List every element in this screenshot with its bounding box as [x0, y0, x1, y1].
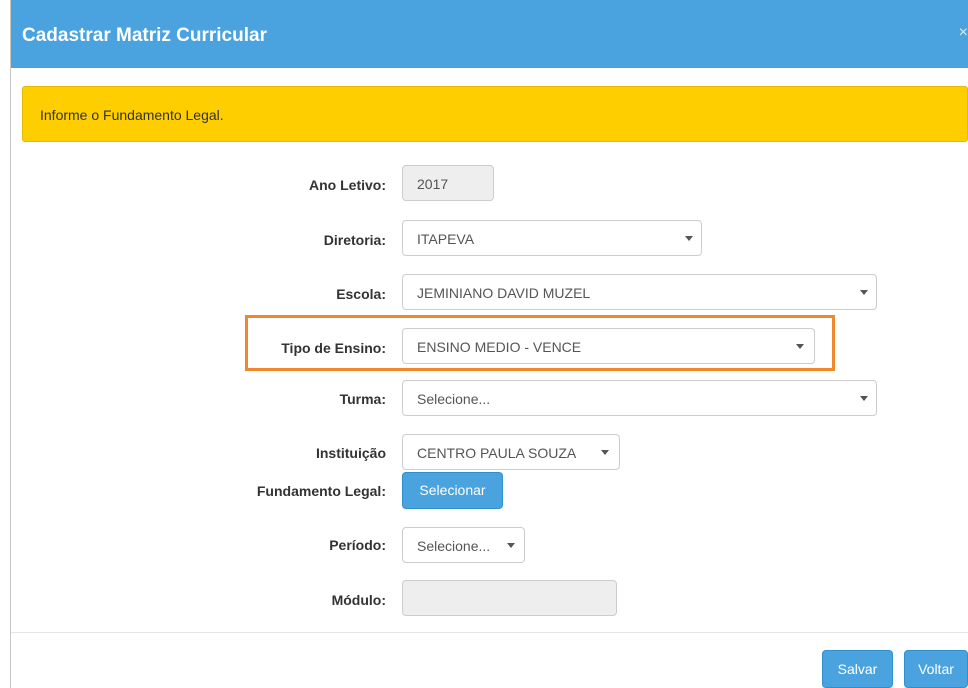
- turma-label: Turma:: [339, 391, 386, 407]
- turma-select[interactable]: Selecione...: [402, 380, 877, 416]
- tipo-ensino-label: Tipo de Ensino:: [281, 340, 386, 356]
- close-icon[interactable]: ×: [959, 24, 968, 42]
- fundamento-legal-label: Fundamento Legal:: [256, 483, 386, 499]
- tipo-ensino-value: ENSINO MEDIO - VENCE: [417, 339, 582, 355]
- selecionar-button[interactable]: Selecionar: [402, 472, 503, 509]
- escola-select[interactable]: JEMINIANO DAVID MUZEL: [402, 274, 877, 310]
- instituicao-select[interactable]: CENTRO PAULA SOUZA: [402, 434, 620, 470]
- turma-value: Selecione...: [417, 391, 491, 407]
- alert-message: Informe o Fundamento Legal.: [40, 107, 224, 123]
- instituicao-label: Instituição: [315, 445, 386, 461]
- instituicao-value: CENTRO PAULA SOUZA: [417, 445, 577, 461]
- periodo-select[interactable]: Selecione...: [402, 527, 525, 563]
- modulo-label: Módulo:: [331, 592, 386, 608]
- ano-letivo-field: 2017: [402, 165, 494, 201]
- chevron-down-icon: [796, 344, 804, 349]
- periodo-label: Período:: [329, 537, 386, 553]
- tipo-ensino-select[interactable]: ENSINO MEDIO - VENCE: [402, 328, 815, 364]
- modal-header: Cadastrar Matriz Curricular ×: [11, 0, 968, 68]
- ano-letivo-label: Ano Letivo:: [309, 177, 386, 193]
- chevron-down-icon: [507, 543, 515, 548]
- diretoria-value: ITAPEVA: [417, 231, 475, 247]
- footer-divider: [11, 632, 968, 633]
- chevron-down-icon: [860, 290, 868, 295]
- chevron-down-icon: [601, 450, 609, 455]
- modulo-field: [402, 580, 617, 616]
- warning-alert: Informe o Fundamento Legal.: [22, 86, 968, 142]
- diretoria-select[interactable]: ITAPEVA: [402, 220, 702, 256]
- ano-letivo-value: 2017: [417, 176, 449, 192]
- save-button[interactable]: Salvar: [822, 650, 893, 688]
- chevron-down-icon: [685, 236, 693, 241]
- escola-value: JEMINIANO DAVID MUZEL: [417, 285, 591, 301]
- window-left-edge: [0, 0, 11, 688]
- escola-label: Escola:: [336, 286, 386, 302]
- modal-title: Cadastrar Matriz Curricular: [22, 25, 267, 46]
- chevron-down-icon: [860, 396, 868, 401]
- periodo-value: Selecione...: [417, 538, 491, 554]
- back-button[interactable]: Voltar: [904, 650, 968, 688]
- diretoria-label: Diretoria:: [323, 232, 386, 248]
